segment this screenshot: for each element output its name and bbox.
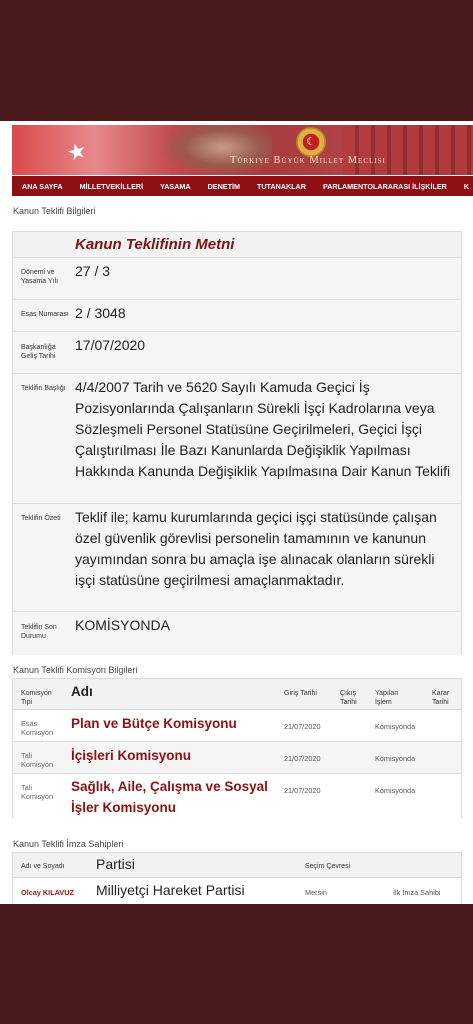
col-header-name: Adı ve Soyadı [21, 863, 65, 870]
signers-table: Adı ve Soyadı Partisi Seçim Çevresi Olca… [12, 852, 462, 904]
nav-item-yasama[interactable]: YASAMA [143, 182, 191, 191]
bill-text-header-row: Kanun Teklifinin Metni [13, 232, 461, 257]
row-date: 21/07/2020 [284, 754, 321, 763]
col-header-cikis: Çıkış Tarihi [340, 690, 357, 706]
section-title-signers: Kanun Teklifi İmza Sahipleri [13, 839, 124, 849]
info-row-ozet: Teklifin Özeti Teklif ile; kamu kurumlar… [13, 503, 461, 612]
web-page: ★ ☾ Türkiye Büyük Millet Meclisi ANA SAY… [0, 121, 473, 904]
info-row-durum: Teklifin Son Durumu KOMİSYONDA [13, 611, 461, 655]
row-commission-name[interactable]: Sağlık, Aile, Çalışma ve Sosyal İşler Ko… [71, 776, 271, 818]
row-label: Esas Numarası [21, 311, 69, 318]
info-row-esas: Esas Numarası 2 / 3048 [13, 299, 461, 332]
row-date: 21/07/2020 [284, 786, 321, 795]
bill-text-link[interactable]: Kanun Teklifinin Metni [75, 236, 234, 253]
section-title-commission: Kanun Teklifi Komisyon Bilgileri [13, 665, 138, 675]
row-label: Dönemi ve Yasama Yılı [21, 269, 59, 285]
nav-item-more[interactable]: K [447, 182, 469, 191]
row-commission-name[interactable]: Plan ve Bütçe Komisyonu [71, 713, 237, 734]
nav-item-milletvekilleri[interactable]: MİLLETVEKİLLERİ [63, 182, 144, 191]
commission-table: Komisyon Tipi Adı Giriş Tarihi Çıkış Tar… [12, 678, 462, 818]
nav-item-denetim[interactable]: DENETİM [191, 182, 240, 191]
row-commission-name[interactable]: İçişleri Komisyonu [71, 745, 191, 766]
row-date: 21/07/2020 [284, 722, 321, 731]
col-header-tip: Komisyon Tipi [21, 690, 52, 706]
col-header-adi: Adı [71, 684, 93, 699]
table-row: Tali Komisyon Sağlık, Aile, Çalışma ve S… [13, 773, 461, 818]
section-title-bill-info: Kanun Teklifi Bilgileri [13, 206, 96, 216]
signer-role: İlk İmza Sahibi [393, 888, 441, 897]
signers-table-header: Adı ve Soyadı Partisi Seçim Çevresi [13, 853, 461, 877]
row-value: 4/4/2007 Tarih ve 5620 Sayılı Kamuda Geç… [75, 379, 451, 479]
row-tip: Esas Komisyon [21, 719, 54, 737]
col-header-region: Seçim Çevresi [305, 863, 351, 870]
nav-item-ana-sayfa[interactable]: ANA SAYFA [12, 182, 63, 191]
info-row-donem: Dönemi ve Yasama Yılı 27 / 3 [13, 257, 461, 300]
row-value: 27 / 3 [75, 263, 111, 279]
row-value: 2 / 3048 [75, 305, 126, 321]
row-label: Teklifin Özeti [21, 515, 61, 522]
bottom-dark-bar [0, 904, 473, 1024]
col-header-yapilan: Yapılan İşlem [375, 690, 399, 706]
commission-table-header: Komisyon Tipi Adı Giriş Tarihi Çıkış Tar… [13, 679, 461, 709]
table-row: Tali Komisyon İçişleri Komisyonu 21/07/2… [13, 741, 461, 774]
table-row: Esas Komisyon Plan ve Bütçe Komisyonu 21… [13, 709, 461, 742]
nav-item-parlamentolararasi[interactable]: PARLAMENTOLARARASI İLİŞKİLER [306, 182, 447, 191]
main-nav: ANA SAYFA MİLLETVEKİLLERİ YASAMA DENETİM… [12, 176, 473, 196]
header-banner: ★ ☾ Türkiye Büyük Millet Meclisi [12, 125, 473, 175]
nav-item-tutanaklar[interactable]: TUTANAKLAR [240, 182, 306, 191]
row-value: KOMİSYONDA [75, 617, 170, 633]
row-status: Komisyonda [375, 786, 416, 795]
row-value: 17/07/2020 [75, 337, 146, 353]
signer-name-link[interactable]: Olcay KILAVUZ [21, 888, 74, 897]
col-header-karar: Karar Tarihi [432, 690, 450, 706]
signer-party: Milliyetçi Hareket Partisi [96, 882, 245, 898]
row-status: Komisyonda [375, 754, 416, 763]
row-label: Teklifin Son Durumu [21, 624, 57, 640]
row-label: Teklifin Başlığı [21, 385, 66, 392]
row-value: Teklif ile; kamu kurumlarında geçici işç… [75, 509, 437, 588]
row-label: Başkanlığa Geliş Tarihi [21, 344, 56, 360]
parliament-seats-image [343, 125, 473, 175]
col-header-party: Partisi [96, 856, 135, 872]
bill-info-card: Kanun Teklifinin Metni Dönemi ve Yasama … [12, 231, 462, 655]
row-tip: Tali Komisyon [21, 751, 54, 769]
portrait-image [162, 125, 272, 175]
table-row: Olcay KILAVUZ Milliyetçi Hareket Partisi… [13, 877, 461, 904]
tbmm-emblem-icon: ☾ [296, 127, 326, 157]
signer-region: Mersin [305, 888, 327, 897]
row-tip: Tali Komisyon [21, 783, 54, 801]
site-title: Türkiye Büyük Millet Meclisi [230, 155, 386, 166]
info-row-baslik: Teklifin Başlığı 4/4/2007 Tarih ve 5620 … [13, 373, 461, 504]
row-status: Komisyonda [375, 722, 416, 731]
info-row-baskanlik: Başkanlığa Geliş Tarihi 17/07/2020 [13, 331, 461, 374]
flag-star-icon: ★ [63, 136, 90, 167]
top-dark-bar [0, 0, 473, 121]
col-header-giris: Giriş Tarihi [284, 690, 317, 697]
